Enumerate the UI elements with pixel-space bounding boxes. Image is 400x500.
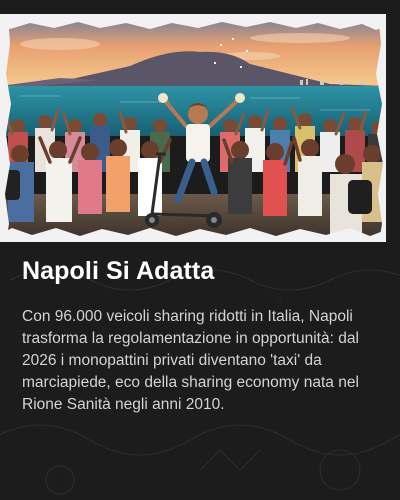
article-title: Napoli Si Adatta [22,257,215,285]
article-body: Con 96.000 veicoli sharing ridotti in It… [22,308,359,413]
article-card: Napoli Si Adatta Con 96.000 veicoli shar… [0,0,400,500]
torn-paper-edge [0,14,386,242]
hero-image [0,14,386,242]
